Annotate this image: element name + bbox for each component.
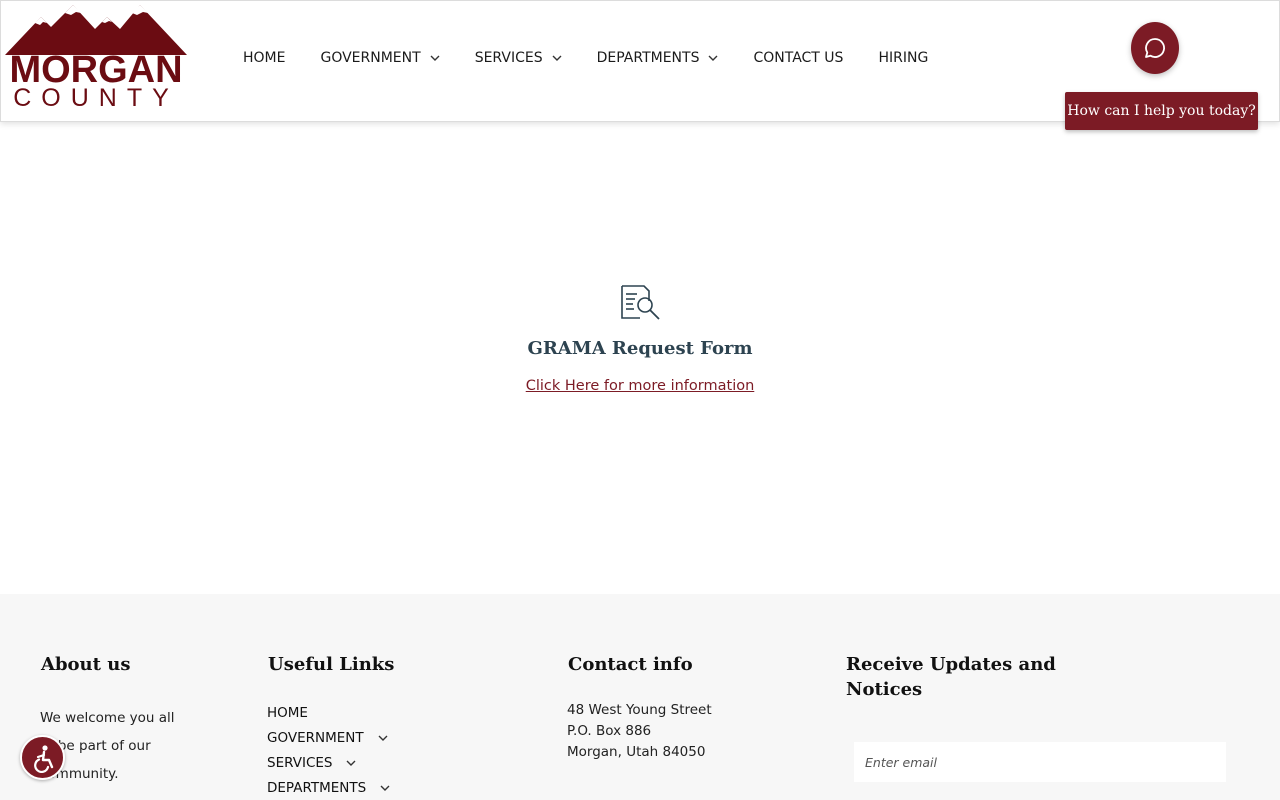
main-nav: HOME GOVERNMENT SERVICES DEPARTMENTS CON… bbox=[243, 48, 963, 68]
chevron-down-icon bbox=[708, 55, 718, 61]
footer-link-government[interactable]: GOVERNMENT bbox=[267, 725, 390, 750]
footer-link-label: HOME bbox=[267, 704, 308, 721]
footer-link-label: SERVICES bbox=[267, 754, 333, 771]
accessibility-icon bbox=[33, 744, 53, 773]
about-heading: About us bbox=[41, 654, 131, 675]
nav-home-label: HOME bbox=[243, 50, 286, 66]
document-search-icon bbox=[621, 285, 660, 320]
more-info-link[interactable]: Click Here for more information bbox=[440, 378, 840, 394]
accessibility-button[interactable] bbox=[20, 735, 65, 780]
site-footer: About us We welcome you all to be part o… bbox=[0, 594, 1280, 800]
contact-heading: Contact info bbox=[568, 654, 693, 675]
nav-departments-label: DEPARTMENTS bbox=[596, 50, 700, 66]
logo-text-county: COUNTY bbox=[13, 84, 179, 112]
chevron-down-icon bbox=[430, 55, 440, 61]
nav-government-label: GOVERNMENT bbox=[320, 50, 421, 66]
about-text: We welcome you all to be part of our com… bbox=[40, 710, 175, 782]
nav-government[interactable]: GOVERNMENT bbox=[320, 48, 440, 68]
nav-hiring[interactable]: HIRING bbox=[878, 48, 928, 68]
footer-link-services[interactable]: SERVICES bbox=[267, 750, 390, 775]
footer-link-label: DEPARTMENTS bbox=[267, 779, 367, 796]
useful-links-heading: Useful Links bbox=[268, 654, 395, 675]
useful-links-list: HOME GOVERNMENT SERVICES DEPARTMENTS bbox=[267, 700, 390, 800]
chat-button[interactable] bbox=[1131, 22, 1179, 74]
chat-bubble-icon bbox=[1145, 38, 1165, 58]
page-title: GRAMA Request Form bbox=[527, 338, 753, 359]
footer-link-departments[interactable]: DEPARTMENTS bbox=[267, 775, 390, 800]
chevron-down-icon bbox=[378, 735, 388, 741]
contact-address: 48 West Young Street P.O. Box 886 Morgan… bbox=[567, 700, 712, 763]
address-line-2: P.O. Box 886 bbox=[567, 723, 652, 739]
morgan-county-logo[interactable]: MORGAN COUNTY bbox=[5, 3, 187, 112]
chevron-down-icon bbox=[346, 760, 356, 766]
chat-prompt[interactable]: How can I help you today? bbox=[1065, 92, 1258, 130]
footer-link-label: GOVERNMENT bbox=[267, 729, 364, 746]
nav-contact-us-label: CONTACT US bbox=[753, 50, 844, 66]
nav-hiring-label: HIRING bbox=[878, 50, 929, 66]
nav-home[interactable]: HOME bbox=[243, 48, 285, 68]
chat-prompt-text: How can I help you today? bbox=[1067, 103, 1256, 119]
chevron-down-icon bbox=[380, 785, 390, 791]
nav-contact-us[interactable]: CONTACT US bbox=[753, 48, 843, 68]
chevron-down-icon bbox=[552, 55, 562, 61]
address-line-1: 48 West Young Street bbox=[567, 702, 712, 718]
address-line-3: Morgan, Utah 84050 bbox=[567, 744, 706, 760]
email-input[interactable] bbox=[854, 742, 1226, 782]
nav-services[interactable]: SERVICES bbox=[475, 48, 562, 68]
nav-departments[interactable]: DEPARTMENTS bbox=[597, 48, 719, 68]
footer-link-home[interactable]: HOME bbox=[267, 700, 390, 725]
nav-services-label: SERVICES bbox=[474, 50, 543, 66]
updates-heading: Receive Updates and Notices bbox=[846, 654, 1056, 700]
